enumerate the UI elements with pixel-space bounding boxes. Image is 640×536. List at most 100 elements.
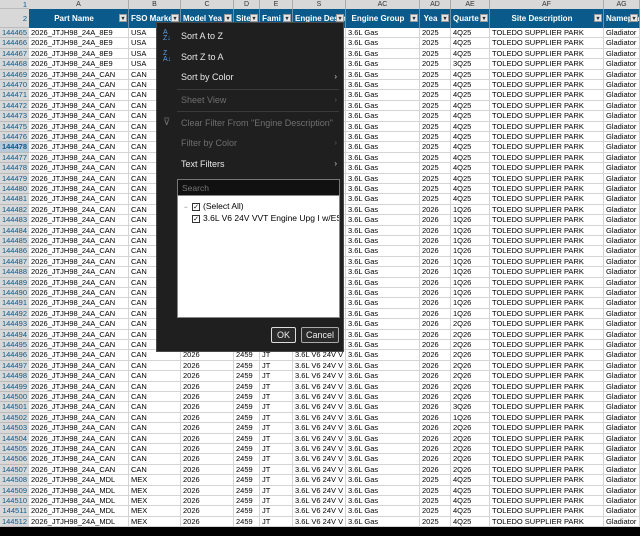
table-cell[interactable]: 3.6L Gas — [346, 184, 420, 195]
table-cell[interactable]: 2459 — [234, 423, 260, 434]
table-cell[interactable]: TOLEDO SUPPLIER PARK — [490, 423, 604, 434]
table-cell[interactable]: MEX — [129, 506, 181, 517]
table-cell[interactable]: 3.6L V6 24V V — [293, 454, 346, 465]
table-cell[interactable]: 2026_JTJH98_24A_CAN — [29, 277, 129, 288]
table-cell[interactable]: 2026_JTJH98_24A_CAN — [29, 454, 129, 465]
table-cell[interactable]: TOLEDO SUPPLIER PARK — [490, 475, 604, 486]
table-cell[interactable]: JT — [260, 360, 293, 372]
table-cell[interactable]: 2026 — [420, 225, 451, 236]
table-cell[interactable]: 2026_JTJH98_24A_CAN — [29, 194, 129, 205]
table-cell[interactable]: 2Q26 — [451, 444, 490, 455]
table-cell[interactable]: Gladiator — [604, 225, 640, 236]
table-cell[interactable]: 3.6L V6 24V V — [293, 412, 346, 424]
table-cell[interactable]: 3.6L Gas — [346, 256, 420, 268]
row-number[interactable]: 144510 — [0, 496, 29, 507]
row-number[interactable]: 144470 — [0, 80, 29, 91]
table-cell[interactable]: JT — [260, 496, 293, 507]
table-cell[interactable]: 3.6L Gas — [346, 121, 420, 132]
table-cell[interactable]: 2026_JTJH98_24A_8E9 — [29, 28, 129, 39]
table-cell[interactable]: MEX — [129, 516, 181, 528]
table-cell[interactable]: 1Q26 — [451, 412, 490, 424]
table-cell[interactable]: 3.6L Gas — [346, 464, 420, 476]
table-cell[interactable]: 2026 — [420, 454, 451, 465]
table-cell[interactable]: CAN — [129, 371, 181, 382]
table-cell[interactable]: Gladiator — [604, 38, 640, 49]
table-cell[interactable]: 2026_JTJH98_24A_CAN — [29, 236, 129, 247]
table-cell[interactable]: Gladiator — [604, 69, 640, 80]
row-number[interactable]: 144477 — [0, 152, 29, 164]
table-cell[interactable]: 2026 — [420, 340, 451, 351]
filter-dropdown-icon[interactable]: ▾ — [441, 14, 449, 22]
table-cell[interactable]: 2026_JTJH98_24A_CAN — [29, 412, 129, 424]
table-cell[interactable]: TOLEDO SUPPLIER PARK — [490, 142, 604, 153]
table-cell[interactable]: 3.6L Gas — [346, 516, 420, 528]
table-cell[interactable]: CAN — [129, 360, 181, 372]
row-number[interactable]: 144494 — [0, 329, 29, 340]
table-cell[interactable]: 3.6L Gas — [346, 194, 420, 205]
row-number[interactable]: 144503 — [0, 423, 29, 434]
column-letter-B[interactable]: B — [129, 0, 181, 9]
table-cell[interactable]: 1Q26 — [451, 308, 490, 320]
table-cell[interactable]: 2459 — [234, 485, 260, 496]
table-cell[interactable]: 3.6L Gas — [346, 48, 420, 60]
row-number[interactable]: 144499 — [0, 381, 29, 392]
table-cell[interactable]: Gladiator — [604, 496, 640, 507]
table-cell[interactable]: 3.6L Gas — [346, 163, 420, 174]
row-number[interactable]: 144468 — [0, 59, 29, 70]
table-cell[interactable]: TOLEDO SUPPLIER PARK — [490, 329, 604, 340]
table-cell[interactable]: 2026 — [181, 485, 234, 496]
row-number[interactable]: 144493 — [0, 319, 29, 330]
table-cell[interactable]: 2026_JTJH98_24A_CAN — [29, 319, 129, 330]
table-cell[interactable]: 2459 — [234, 496, 260, 507]
table-cell[interactable]: 2026 — [420, 371, 451, 382]
table-cell[interactable]: 2026 — [181, 475, 234, 486]
table-cell[interactable]: 2026 — [420, 277, 451, 288]
table-cell[interactable]: 2026 — [420, 433, 451, 444]
table-cell[interactable]: 3.6L Gas — [346, 152, 420, 164]
table-cell[interactable]: TOLEDO SUPPLIER PARK — [490, 194, 604, 205]
column-header[interactable]: Site Description ▾ — [490, 9, 604, 28]
table-cell[interactable]: Gladiator — [604, 28, 640, 39]
table-cell[interactable]: CAN — [129, 402, 181, 413]
table-cell[interactable]: 4Q25 — [451, 28, 490, 39]
table-cell[interactable]: 2025 — [420, 28, 451, 39]
table-cell[interactable]: 2026 — [420, 267, 451, 278]
table-cell[interactable]: 2026_JTJH98_24A_CAN — [29, 360, 129, 372]
table-cell[interactable]: Gladiator — [604, 215, 640, 226]
row-number[interactable]: 144512 — [0, 516, 29, 528]
table-cell[interactable]: 2026_JTJH98_24A_CAN — [29, 350, 129, 361]
row-number[interactable]: 144479 — [0, 173, 29, 184]
table-cell[interactable]: 2026 — [181, 381, 234, 392]
table-cell[interactable]: 3.6L Gas — [346, 246, 420, 257]
row-number[interactable]: 144495 — [0, 340, 29, 351]
table-cell[interactable]: Gladiator — [604, 173, 640, 184]
table-cell[interactable]: 2026_JTJH98_24A_CAN — [29, 163, 129, 174]
table-cell[interactable]: 2026_JTJH98_24A_CAN — [29, 215, 129, 226]
table-cell[interactable]: 1Q26 — [451, 236, 490, 247]
table-cell[interactable]: 2026_JTJH98_24A_MDL — [29, 496, 129, 507]
table-cell[interactable]: 3.6L Gas — [346, 236, 420, 247]
table-cell[interactable]: 2459 — [234, 402, 260, 413]
table-cell[interactable]: 2Q26 — [451, 423, 490, 434]
table-cell[interactable]: 3.6L Gas — [346, 329, 420, 340]
table-cell[interactable]: 3.6L Gas — [346, 506, 420, 517]
table-cell[interactable]: Gladiator — [604, 59, 640, 70]
table-cell[interactable]: 4Q25 — [451, 80, 490, 91]
table-cell[interactable]: 2025 — [420, 485, 451, 496]
table-cell[interactable]: 2026_JTJH98_24A_CAN — [29, 402, 129, 413]
table-cell[interactable]: 2026_JTJH98_24A_CAN — [29, 423, 129, 434]
table-cell[interactable]: Gladiator — [604, 194, 640, 205]
table-cell[interactable]: 2Q26 — [451, 340, 490, 351]
table-cell[interactable]: 2026 — [181, 516, 234, 528]
table-cell[interactable]: 2026_JTJH98_24A_CAN — [29, 288, 129, 299]
table-cell[interactable]: MEX — [129, 475, 181, 486]
row-number[interactable]: 144476 — [0, 132, 29, 143]
table-cell[interactable]: Gladiator — [604, 277, 640, 288]
table-cell[interactable]: 2026 — [420, 464, 451, 476]
table-cell[interactable]: 2026_JTJH98_24A_CAN — [29, 329, 129, 340]
table-cell[interactable]: 2025 — [420, 194, 451, 205]
table-cell[interactable]: 2026 — [181, 360, 234, 372]
table-cell[interactable]: 2026_JTJH98_24A_CAN — [29, 121, 129, 132]
filter-dropdown-icon[interactable]: ▾ — [283, 14, 291, 22]
table-cell[interactable]: Gladiator — [604, 48, 640, 60]
